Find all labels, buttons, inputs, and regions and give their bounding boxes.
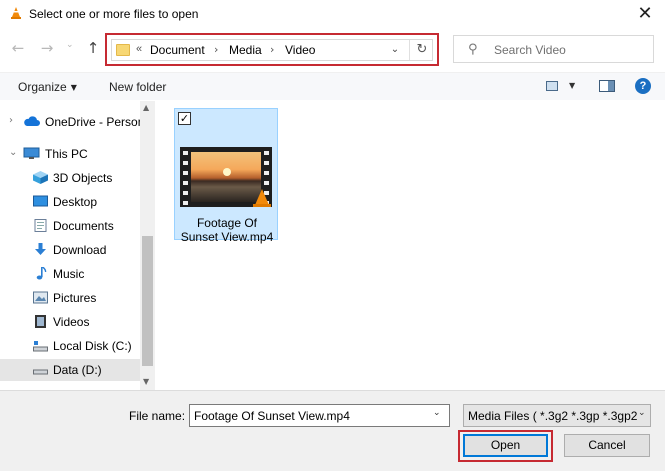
view-options-caret-icon[interactable]: ▼	[569, 81, 575, 90]
sun-shape	[223, 168, 231, 176]
sidebar-item-download[interactable]: Download	[0, 239, 140, 261]
sidebar-item-label: Desktop	[53, 195, 98, 209]
sidebar-item-label: Download	[53, 243, 107, 257]
sidebar-item-label: This PC	[45, 147, 88, 161]
vlc-cone-icon	[11, 7, 21, 19]
sidebar-item-label: Data (D:)	[53, 363, 102, 377]
search-input[interactable]: ⚲ Search Video	[453, 35, 654, 63]
breadcrumb-video[interactable]: Video	[285, 43, 315, 57]
navigation-bar: ← → ⌄ ↑ « Document › Media › Video ⌄ ↻ ⚲…	[0, 30, 665, 68]
recent-locations-chevron-icon[interactable]: ⌄	[66, 40, 74, 50]
file-item[interactable]: ✓ Footage Of Sunset View.mp4	[174, 108, 278, 244]
scrollbar-thumb[interactable]	[142, 236, 153, 366]
sidebar-item-label: Videos	[53, 315, 90, 329]
cube-icon	[33, 171, 48, 184]
sidebar-item-videos[interactable]: Videos	[0, 311, 140, 333]
change-view-icon[interactable]	[546, 81, 558, 91]
sidebar-item-label: Local Disk (C:)	[53, 339, 132, 353]
preview-pane-icon[interactable]	[599, 80, 615, 92]
sidebar-item-pictures[interactable]: Pictures	[0, 287, 140, 309]
breadcrumb-media[interactable]: Media	[229, 43, 262, 57]
documents-icon	[34, 219, 47, 232]
dialog-footer: File name: Footage Of Sunset View.mp4 ⌄ …	[0, 390, 665, 471]
sidebar-item-onedrive[interactable]: › OneDrive - Person	[0, 111, 144, 133]
sidebar-item-label: 3D Objects	[53, 171, 113, 185]
command-bar: Organize ▼ New folder ▼ ?	[0, 72, 665, 100]
navigation-pane: › OneDrive - Person ⌄ This PC 3D Objects…	[0, 101, 144, 390]
vlc-cone-base	[253, 204, 271, 207]
file-type-dropdown-icon[interactable]: ⌄	[638, 408, 646, 418]
sidebar-item-this-pc[interactable]: ⌄ This PC	[0, 143, 140, 165]
file-name-value: Footage Of Sunset View.mp4	[194, 409, 350, 423]
music-icon	[36, 267, 47, 280]
close-button[interactable]: ✕	[630, 2, 660, 26]
back-arrow-icon[interactable]: ←	[9, 39, 27, 57]
computer-icon	[23, 147, 40, 159]
scroll-down-arrow-icon[interactable]: ▼	[143, 377, 149, 386]
desktop-icon	[33, 195, 48, 207]
address-dropdown-icon[interactable]: ⌄	[388, 42, 402, 58]
forward-arrow-icon[interactable]: →	[38, 39, 56, 57]
download-icon	[35, 243, 46, 255]
sidebar-item-local-disk-c[interactable]: Local Disk (C:)	[0, 335, 140, 357]
sidebar-item-desktop[interactable]: Desktop	[0, 191, 140, 213]
sidebar-item-label: Documents	[53, 219, 114, 233]
file-name-input[interactable]: Footage Of Sunset View.mp4 ⌄	[189, 404, 450, 427]
search-icon: ⚲	[468, 42, 478, 57]
cloud-icon	[24, 116, 40, 126]
window-title: Select one or more files to open	[29, 7, 199, 21]
search-placeholder: Search Video	[494, 43, 566, 57]
drive-icon	[33, 341, 48, 352]
drive-icon	[33, 369, 48, 375]
file-name-dropdown-icon[interactable]: ⌄	[433, 408, 441, 418]
organize-label: Organize	[18, 80, 67, 94]
scroll-up-arrow-icon[interactable]: ▲	[143, 103, 149, 112]
pictures-icon	[33, 291, 48, 304]
file-list: ✓ Footage Of Sunset View.mp4	[156, 101, 665, 390]
help-icon[interactable]: ?	[635, 78, 651, 94]
sidebar-item-label: Pictures	[53, 291, 97, 305]
sidebar-scrollbar[interactable]: ▲ ▼	[140, 101, 155, 390]
file-type-value: Media Files ( *.3g2 *.3gp *.3gp2	[468, 409, 638, 423]
organize-button[interactable]: Organize ▼	[18, 80, 77, 94]
overflow-chevron-icon[interactable]: «	[136, 43, 142, 55]
sidebar-item-label: Music	[53, 267, 85, 281]
cancel-button[interactable]: Cancel	[564, 434, 650, 457]
file-name-label: Footage Of Sunset View.mp4	[180, 216, 274, 244]
address-bar-highlight: « Document › Media › Video ⌄ ↻	[105, 33, 439, 66]
up-arrow-icon[interactable]: ↑	[84, 39, 102, 57]
breadcrumb-separator-icon[interactable]: ›	[270, 43, 274, 56]
title-bar: Select one or more files to open ✕	[0, 0, 665, 28]
address-bar[interactable]: « Document › Media › Video ⌄ ↻	[111, 39, 433, 61]
vlc-cone-icon	[255, 189, 269, 205]
address-divider	[409, 40, 410, 60]
sidebar-item-data-d[interactable]: Data (D:)	[0, 359, 140, 381]
sidebar-item-music[interactable]: Music	[0, 263, 140, 285]
file-name-label: File name:	[129, 409, 186, 423]
open-button[interactable]: Open	[463, 434, 548, 457]
breadcrumb-separator-icon[interactable]: ›	[214, 43, 218, 56]
organize-caret-icon: ▼	[70, 83, 77, 92]
new-folder-button[interactable]: New folder	[109, 80, 166, 94]
expand-chevron-icon[interactable]: ›	[9, 115, 13, 126]
sidebar-item-documents[interactable]: Documents	[0, 215, 140, 237]
sunset-image	[191, 152, 261, 202]
videos-icon	[35, 315, 46, 328]
file-checkbox[interactable]: ✓	[178, 112, 191, 125]
refresh-icon[interactable]: ↻	[414, 41, 430, 59]
sidebar-item-3d-objects[interactable]: 3D Objects	[0, 167, 140, 189]
file-type-select[interactable]: Media Files ( *.3g2 *.3gp *.3gp2 ⌄	[463, 404, 651, 427]
sidebar-item-label: OneDrive - Person	[45, 115, 145, 129]
collapse-chevron-icon[interactable]: ⌄	[9, 147, 17, 158]
folder-icon	[116, 44, 130, 56]
breadcrumb-document[interactable]: Document	[150, 43, 205, 57]
